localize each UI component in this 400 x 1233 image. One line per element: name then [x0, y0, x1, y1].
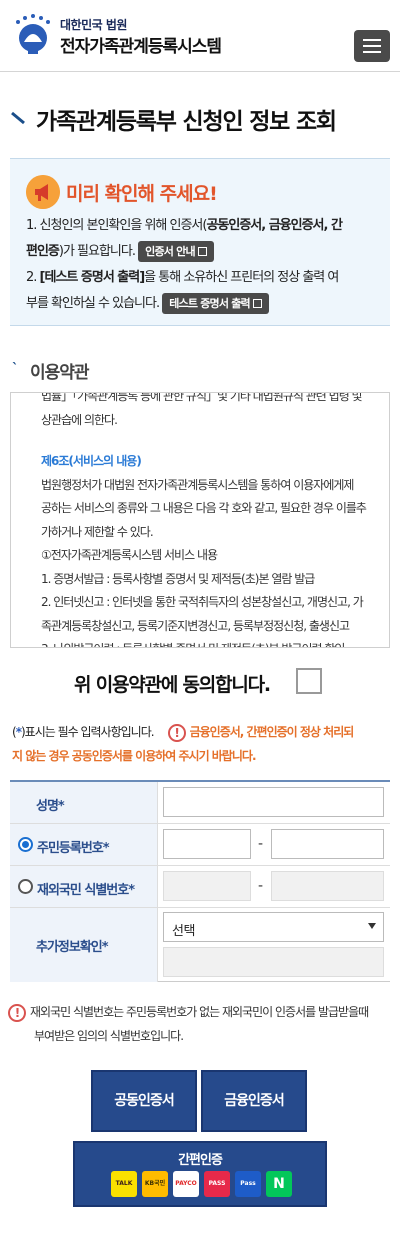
agree-checkbox[interactable]: [296, 668, 322, 694]
external-link-icon: [252, 299, 262, 308]
org-name: 대한민국 법원: [60, 18, 127, 32]
rrn-radio[interactable]: [18, 837, 33, 852]
applicant-form: 성명* 주민등록번호* - 재외국민 식별번호* - 추가정보확인* 선택: [10, 780, 390, 982]
rrn-dash: -: [258, 836, 264, 852]
court-logo-icon[interactable]: [10, 12, 56, 58]
name-label: 성명*: [36, 799, 65, 814]
simple-auth-label: 간편인증: [178, 1153, 223, 1168]
foreign-id-row: 재외국민 식별번호* -: [10, 866, 390, 908]
terms-line: 3. 나의발급이력 : 등록사항별 증명서 및 제적등(초)본 발급이력 확인: [41, 638, 381, 647]
foreign-id-label: 재외국민 식별번호*: [37, 883, 135, 898]
terms-line: 가하거나 제한할 수 있다.: [41, 524, 154, 539]
terms-text: 법률」「가족관계등록 등에 관한 규칙」및 기타 대법원규칙 관련 법령 및상관…: [41, 392, 381, 647]
terms-line: 공하는 서비스의 종류와 그 내용은 다음 각 호와 같고, 필요한 경우 이를…: [41, 501, 367, 515]
provider-2-icon[interactable]: PAYCO: [173, 1171, 199, 1197]
terms-title: 이용약관: [30, 363, 90, 383]
system-name[interactable]: 전자가족관계등록시스템: [60, 32, 222, 57]
foreign-id-radio[interactable]: [18, 879, 33, 894]
foreign-id-dash: -: [258, 878, 264, 894]
extra-info-input[interactable]: [163, 947, 384, 977]
rrn-label: 주민등록번호*: [37, 841, 110, 856]
provider-5-icon[interactable]: N: [266, 1171, 292, 1197]
terms-line: ①전자가족관계등록시스템 서비스 내용: [41, 548, 218, 562]
terms-line: 족관계등록창설신고, 등록기준지변경신고, 등록부정정신청, 출생신고: [41, 618, 350, 633]
provider-1-icon[interactable]: KB국민: [142, 1171, 168, 1197]
rrn-front-input[interactable]: [163, 829, 251, 859]
page-title: 가족관계등록부 신청인 정보 조회: [36, 109, 337, 135]
notice-line-3: 2. [테스트 증명서 출력]을 통해 소유하신 프린터의 정상 출력 여: [26, 270, 339, 285]
foreign-id-note: ! 재외국민 식별번호는 주민등록번호가 없는 재외국민이 인증서를 발급받을때 …: [8, 1000, 392, 1048]
notice-box: 미리 확인해 주세요! 1. 신청인의 본인확인을 위해 인증서(공동인증서, …: [10, 158, 390, 326]
extra-info-row: 추가정보확인* 선택: [10, 908, 390, 982]
menu-button[interactable]: [354, 30, 390, 62]
hamburger-icon: [363, 39, 381, 41]
site-header: 대한민국 법원 전자가족관계등록시스템: [0, 0, 400, 72]
rrn-back-input[interactable]: [271, 829, 384, 859]
notice-line-4: 부를 확인하실 수 있습니다. 테스트 증명서 출력: [26, 293, 269, 315]
terms-line: 2. 인터넷신고 : 인터넷을 통한 국적취득자의 성본창설신고, 개명신고, …: [41, 595, 364, 609]
terms-line: 상관습에 의한다.: [41, 412, 118, 427]
foreign-id-back-input[interactable]: [271, 871, 384, 901]
agree-row: 위 이용약관에 동의합니다.: [0, 668, 400, 698]
notice-title: 미리 확인해 주세요!: [66, 183, 218, 205]
terms-line: 법률」「가족관계등록 등에 관한 규칙」및 기타 대법원규칙 관련 법령 및: [41, 392, 363, 403]
terms-line: [41, 432, 381, 450]
dropdown-caret-icon: [368, 923, 376, 929]
terms-heading: ˋ 이용약관: [12, 358, 312, 383]
terms-line: 1. 증명서발급 : 등록사항별 증명서 및 제적등(초)본 열람 발급: [41, 571, 315, 586]
title-slash-icon: [11, 111, 25, 125]
cert-guide-button[interactable]: 인증서 안내: [138, 241, 214, 262]
financial-cert-button[interactable]: 금융인증서: [201, 1070, 307, 1132]
extra-info-select[interactable]: 선택: [163, 912, 384, 942]
terms-scroll-box[interactable]: 법률」「가족관계등록 등에 관한 규칙」및 기타 대법원규칙 관련 법령 및상관…: [10, 392, 390, 648]
name-input[interactable]: [163, 787, 384, 817]
test-print-button[interactable]: 테스트 증명서 출력: [162, 293, 269, 314]
notice-line-1: 1. 신청인의 본인확인을 위해 인증서(공동인증서, 금융인증서, 간: [26, 218, 343, 233]
required-note: (*)표시는 필수 입력사항입니다.! 금융인증서, 간편인증이 정상 처리되 지…: [12, 723, 354, 763]
extra-info-label: 추가정보확인*: [36, 940, 109, 955]
provider-4-icon[interactable]: Pass: [235, 1171, 261, 1197]
warning-icon: !: [167, 723, 186, 742]
megaphone-icon: [26, 175, 60, 209]
external-link-icon: [197, 247, 207, 256]
rrn-row: 주민등록번호* -: [10, 824, 390, 866]
provider-0-icon[interactable]: TALK: [111, 1171, 137, 1197]
notice-line-2: 편인증)가 필요합니다. 인증서 안내: [26, 241, 214, 263]
heading-bullet-icon: ˋ: [12, 362, 19, 377]
warning-icon: !: [8, 1003, 26, 1022]
simple-auth-button[interactable]: 간편인증 TALK KB국민 PAYCO PASS Pass N: [73, 1141, 327, 1207]
provider-3-icon[interactable]: PASS: [204, 1171, 230, 1197]
joint-cert-button[interactable]: 공동인증서: [91, 1070, 197, 1132]
terms-line: 법원행정처가 대법원 전자가족관계등록시스템을 통하여 이용자에게제: [41, 477, 354, 492]
terms-line: 제6조(서비스의 내용): [41, 454, 142, 468]
name-row: 성명*: [10, 782, 390, 824]
agree-label: 위 이용약관에 동의합니다.: [74, 674, 271, 696]
foreign-id-front-input[interactable]: [163, 871, 251, 901]
page-title-area: 가족관계등록부 신청인 정보 조회: [10, 100, 390, 136]
